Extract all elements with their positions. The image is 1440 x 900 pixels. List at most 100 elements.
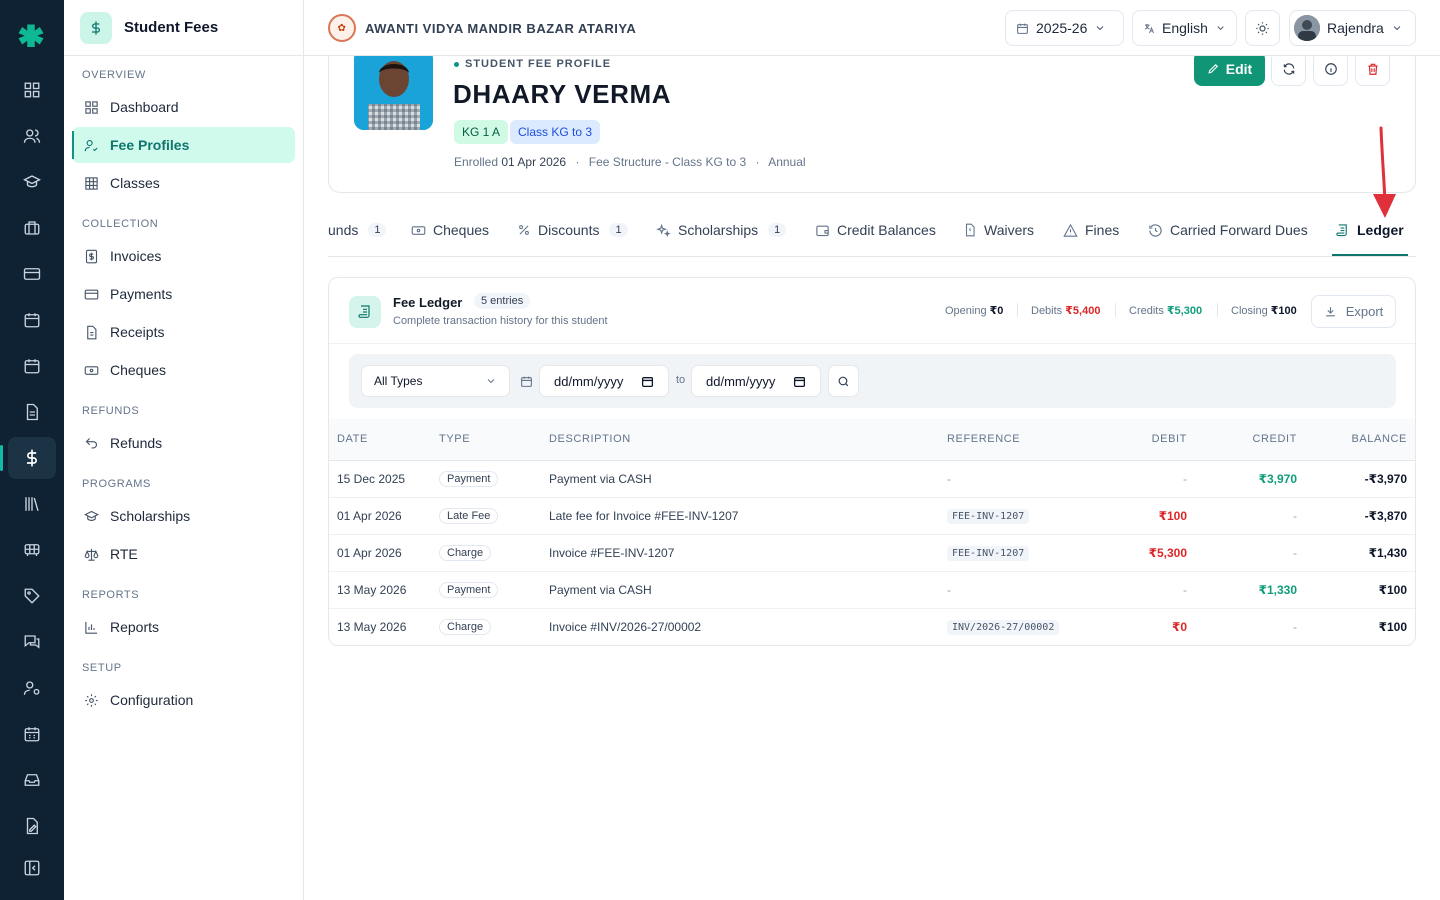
- dashboard-grid-icon[interactable]: [20, 78, 44, 102]
- row-description: Payment via CASH: [549, 460, 947, 498]
- date-from-input[interactable]: dd/mm/yyyy: [539, 365, 669, 397]
- search-button[interactable]: [828, 365, 859, 397]
- school-brand: ✿ AWANTI VIDYA MANDIR BAZAR ATARIYA: [328, 14, 636, 42]
- language-value: English: [1162, 20, 1208, 36]
- date-to-placeholder: dd/mm/yyyy: [706, 373, 776, 389]
- column-header[interactable]: DESCRIPTION: [549, 419, 947, 461]
- dollar-icon[interactable]: [0, 437, 56, 479]
- column-header[interactable]: TYPE: [439, 419, 549, 461]
- app-logo-icon[interactable]: [16, 22, 46, 52]
- edit-label: Edit: [1225, 60, 1253, 77]
- column-header[interactable]: DATE: [329, 419, 439, 461]
- student-name: DHAARY VERMA: [453, 79, 672, 109]
- tab-label: Ledger: [1357, 222, 1404, 238]
- card-icon[interactable]: [20, 262, 44, 286]
- messages-icon[interactable]: [20, 630, 44, 654]
- user-name: Rajendra: [1327, 20, 1384, 36]
- calendar-picker-icon[interactable]: [641, 375, 654, 388]
- row-type-cell: Payment: [439, 571, 549, 609]
- sidebar-item-label: Refunds: [110, 435, 163, 451]
- sidebar-item-dashboard[interactable]: Dashboard: [72, 89, 295, 125]
- sidebar-item-classes[interactable]: Classes: [72, 165, 295, 201]
- column-header[interactable]: CREDIT: [1187, 419, 1297, 461]
- percent-icon: [519, 225, 529, 235]
- top-bar: ✿ AWANTI VIDYA MANDIR BAZAR ATARIYA 2025…: [304, 0, 1440, 56]
- tab-cheques[interactable]: Cheques: [411, 222, 489, 238]
- tab-ledger[interactable]: Ledger: [1335, 222, 1404, 238]
- row-balance: ₹100: [1297, 571, 1415, 609]
- calendar-grid-icon[interactable]: [20, 722, 44, 746]
- graduation-cap-icon[interactable]: [20, 170, 44, 194]
- class-group-chip: Class KG to 3: [510, 120, 601, 144]
- library-icon[interactable]: [20, 492, 44, 516]
- refresh-icon: [1283, 62, 1294, 75]
- table-row[interactable]: 13 May 2026 Payment Payment via CASH - -…: [329, 571, 1415, 609]
- tab-scholarships[interactable]: Scholarships 1: [656, 222, 787, 238]
- delete-button[interactable]: [1355, 51, 1390, 86]
- row-date: 01 Apr 2026: [329, 497, 439, 535]
- info-button[interactable]: [1313, 51, 1348, 86]
- inbox-icon[interactable]: [20, 768, 44, 792]
- row-type-cell: Charge: [439, 608, 549, 645]
- sidebar-item-reports[interactable]: Reports: [72, 609, 295, 645]
- tab-label: Fines: [1085, 222, 1120, 238]
- sidebar-item-refunds[interactable]: Refunds: [72, 425, 295, 461]
- tab-discounts[interactable]: Discounts 1: [517, 222, 628, 238]
- table-row[interactable]: 01 Apr 2026 Late Fee Late fee for Invoic…: [329, 497, 1415, 535]
- type-filter-value: All Types: [374, 374, 423, 388]
- users-icon[interactable]: [20, 124, 44, 148]
- file-edit-icon[interactable]: [20, 814, 44, 838]
- bus-icon[interactable]: [20, 538, 44, 562]
- table-row[interactable]: 01 Apr 2026 Charge Invoice #FEE-INV-1207…: [329, 534, 1415, 572]
- tab-fines[interactable]: Fines: [1063, 222, 1119, 238]
- academic-year-value: 2025-26: [1036, 20, 1088, 36]
- user-menu-button[interactable]: Rajendra: [1289, 10, 1416, 46]
- dollar-doc-icon: [85, 249, 98, 263]
- academic-year-select[interactable]: 2025-26: [1005, 10, 1124, 46]
- tab-waivers[interactable]: Waivers: [963, 222, 1034, 238]
- document-icon[interactable]: [20, 400, 44, 424]
- sparkles-icon: [656, 223, 671, 237]
- sidebar-item-cheques[interactable]: Cheques: [72, 352, 295, 388]
- tab-credit-balances[interactable]: Credit Balances: [815, 222, 936, 238]
- sidebar-item-configuration[interactable]: Configuration: [72, 682, 295, 718]
- summary-divider: [1217, 303, 1218, 317]
- sidebar-item-receipts[interactable]: Receipts: [72, 314, 295, 350]
- theme-toggle-button[interactable]: [1245, 10, 1280, 46]
- language-select[interactable]: English: [1132, 10, 1237, 46]
- row-credit: -: [1187, 497, 1297, 535]
- tag-icon[interactable]: [20, 584, 44, 608]
- column-header[interactable]: REFERENCE: [947, 419, 1087, 461]
- tab-carried-forward-dues[interactable]: Carried Forward Dues: [1148, 222, 1308, 238]
- edit-button[interactable]: Edit: [1194, 51, 1265, 86]
- type-badge: Payment: [439, 581, 499, 598]
- column-header[interactable]: DEBIT: [1087, 419, 1187, 461]
- refresh-button[interactable]: [1271, 51, 1306, 86]
- opening-label: Opening: [945, 305, 987, 317]
- tab-count: 1: [609, 223, 628, 237]
- column-header[interactable]: BALANCE: [1297, 419, 1415, 461]
- type-filter-select[interactable]: All Types: [361, 365, 510, 397]
- translate-icon: [1144, 23, 1154, 33]
- date-to-input[interactable]: dd/mm/yyyy: [691, 365, 821, 397]
- tab-refunds[interactable]: unds 1: [328, 222, 387, 238]
- table-row[interactable]: 13 May 2026 Charge Invoice #INV/2026-27/…: [329, 608, 1415, 645]
- sidebar-item-invoices[interactable]: Invoices: [72, 238, 295, 274]
- calendar-icon[interactable]: [20, 308, 44, 332]
- row-description: Payment via CASH: [549, 571, 947, 609]
- sidebar-item-fee-profiles[interactable]: Fee Profiles: [72, 127, 295, 163]
- sidebar-item-rte[interactable]: RTE: [72, 536, 295, 572]
- row-reference: -: [947, 571, 1087, 609]
- briefcase-icon[interactable]: [20, 216, 44, 240]
- table-row[interactable]: 15 Dec 2025 Payment Payment via CASH - -…: [329, 460, 1415, 498]
- sidebar-item-payments[interactable]: Payments: [72, 276, 295, 312]
- export-button[interactable]: Export: [1311, 295, 1396, 328]
- calendar-check-icon[interactable]: [20, 354, 44, 378]
- calendar-picker-icon[interactable]: [793, 375, 806, 388]
- credits-label: Credits: [1129, 305, 1164, 317]
- scroll-icon: [349, 296, 381, 328]
- user-cog-icon[interactable]: [20, 676, 44, 700]
- sidebar-item-scholarships[interactable]: Scholarships: [72, 498, 295, 534]
- collapse-panel-icon[interactable]: [20, 856, 44, 880]
- row-date: 15 Dec 2025: [329, 460, 439, 498]
